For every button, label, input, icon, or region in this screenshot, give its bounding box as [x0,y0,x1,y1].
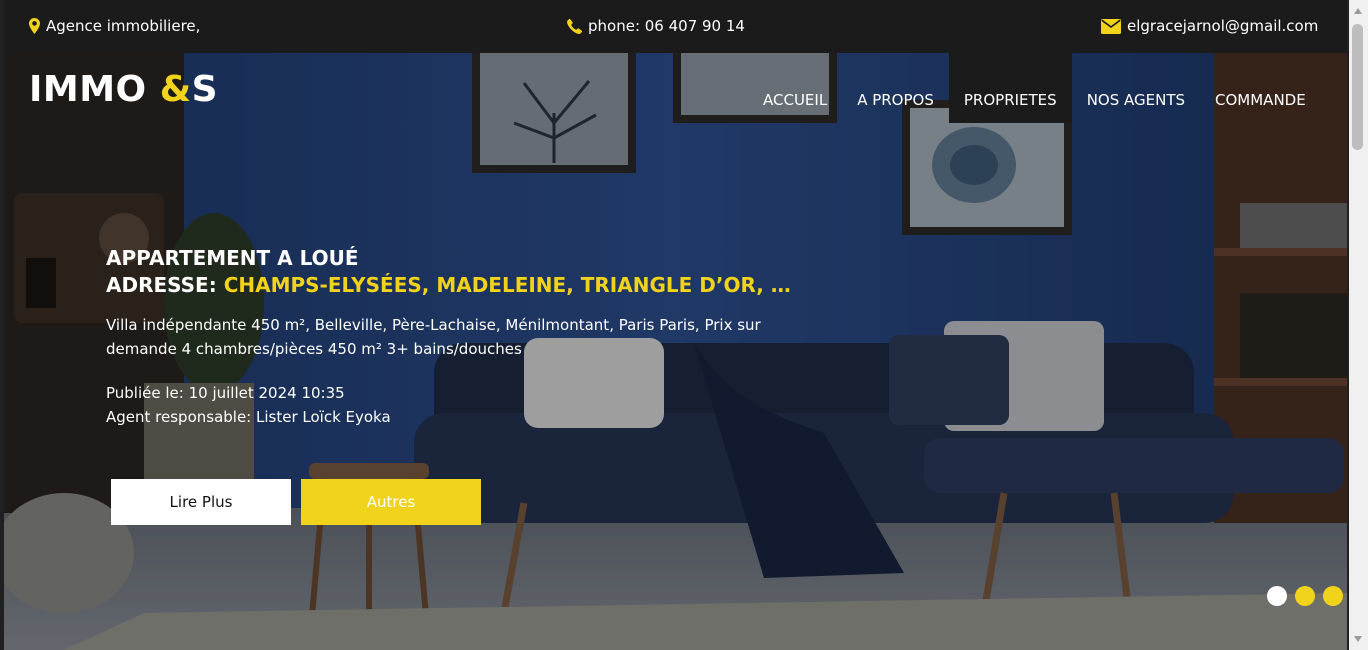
published-date: Publiée le: 10 juillet 2024 10:35 [106,384,345,402]
main-nav: ACCUEIL A PROPOS PROPRIETES NOS AGENTS C… [748,53,1321,123]
envelope-icon [1101,18,1121,34]
slider-dot[interactable] [1267,586,1287,606]
slider-dot[interactable] [1295,586,1315,606]
hero-slider: IMMO &S ACCUEIL A PROPOS PROPRIETES NOS … [4,53,1347,650]
read-more-button[interactable]: Lire Plus [111,479,291,525]
address-text: Agence immobiliere, [46,17,201,35]
address-info: Agence immobiliere, [29,17,200,35]
logo-ampersand: & [159,69,192,110]
property-description: Villa indépendante 450 m², Belleville, P… [106,316,761,358]
nav-item-commande[interactable]: COMMANDE [1200,53,1321,123]
phone-text: phone: 06 407 90 14 [588,17,745,35]
email-text[interactable]: elgracejarnol@gmail.com [1127,17,1318,35]
logo-text: IMMO [29,69,160,110]
logo-suffix: S [191,69,219,110]
hero-content: APPARTEMENT A LOUÉ ADRESSE: CHAMPS-ELYSÉ… [106,245,791,429]
address-label: ADRESSE: [106,273,217,297]
page-scrollbar[interactable] [1349,0,1368,650]
email-info: elgracejarnol@gmail.com [1101,17,1318,35]
slider-dot[interactable] [1323,586,1343,606]
page: Agence immobiliere, phone: 06 407 90 14 … [4,0,1347,650]
phone-icon [567,18,582,34]
responsible-agent: Agent responsable: Lister Loïck Eyoka [106,408,391,426]
phone-info: phone: 06 407 90 14 [567,17,745,35]
property-address-heading: ADRESSE: CHAMPS-ELYSÉES, MADELEINE, TRIA… [106,272,791,299]
nav-item-nos-agents[interactable]: NOS AGENTS [1072,53,1200,123]
site-logo[interactable]: IMMO &S [29,69,218,110]
map-marker-icon [29,18,40,34]
property-meta: Publiée le: 10 juillet 2024 10:35 Agent … [106,381,791,429]
slider-dots [1267,586,1343,606]
top-info-bar: Agence immobiliere, phone: 06 407 90 14 … [4,0,1347,53]
scroll-up-arrow-icon[interactable] [1354,8,1362,14]
nav-item-accueil[interactable]: ACCUEIL [748,53,842,123]
nav-item-a-propos[interactable]: A PROPOS [842,53,949,123]
nav-item-proprietes[interactable]: PROPRIETES [948,53,1072,123]
scrollbar-thumb[interactable] [1352,24,1363,150]
property-type-heading: APPARTEMENT A LOUÉ [106,246,359,270]
hero-buttons: Lire Plus Autres [111,479,481,525]
others-button[interactable]: Autres [301,479,481,525]
scroll-down-arrow-icon[interactable] [1354,636,1362,642]
address-value: CHAMPS-ELYSÉES, MADELEINE, TRIANGLE D’OR… [223,273,791,297]
